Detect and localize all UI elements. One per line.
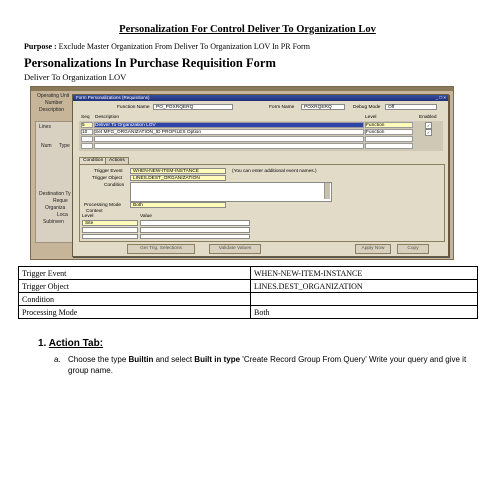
table-cell-label: Condition: [18, 292, 251, 306]
context-level-select[interactable]: Site: [82, 220, 138, 226]
rule-description[interactable]: Set MFG_ORGANIZATION_ID PROFILES Option: [94, 129, 364, 135]
action-instruction: a. Choose the type Builtin and select Bu…: [54, 354, 468, 376]
purpose-label: Purpose :: [24, 42, 57, 51]
table-cell-value: WHEN-NEW-ITEM-INSTANCE: [250, 266, 478, 280]
window-title: Form Personalizations (Requisitions): [76, 95, 150, 100]
tab-actions[interactable]: Actions: [105, 157, 129, 164]
table-row: Trigger Object LINES.DEST_ORGANIZATION: [18, 279, 478, 293]
rules-grid: 5 Deliver To Organization LOV Function ✓…: [79, 121, 443, 151]
empty-row-cell[interactable]: [81, 136, 93, 142]
debug-mode-select[interactable]: Off: [385, 104, 437, 110]
section-heading: Personalizations In Purchase Requisition…: [24, 56, 276, 70]
apply-now-button[interactable]: Apply Now: [355, 244, 391, 254]
rule-enabled-checkbox[interactable]: ✓: [425, 129, 432, 136]
rule-seq[interactable]: 10: [81, 129, 93, 135]
form-name-label: Form Name: [269, 105, 295, 110]
table-row: Condition: [18, 292, 478, 306]
purpose-text: Exclude Master Organization From Deliver…: [56, 42, 310, 51]
rule-enabled-checkbox[interactable]: ✓: [425, 122, 432, 129]
trigger-properties-table: Trigger Event WHEN-NEW-ITEM-INSTANCE Tri…: [18, 266, 478, 319]
table-cell-value: [250, 292, 478, 306]
context-level-select[interactable]: [82, 227, 138, 233]
grid-header-enabled: Enabled: [419, 115, 437, 120]
processing-mode-select[interactable]: Both: [130, 202, 226, 208]
table-cell-label: Trigger Event: [18, 266, 251, 280]
bg-label-location: Loca: [57, 212, 68, 218]
function-name-field[interactable]: PO_POXRQERQ: [153, 104, 233, 110]
empty-row-cell[interactable]: [365, 143, 413, 149]
rule-level[interactable]: Function: [365, 122, 413, 128]
bg-label-num: Num: [41, 143, 52, 149]
context-level-select[interactable]: [82, 234, 138, 239]
form-personalizations-window: Form Personalizations (Requisitions) _ □…: [72, 94, 449, 257]
condition-scrollbar[interactable]: [324, 183, 330, 199]
context-value-field[interactable]: [140, 220, 250, 226]
condition-textarea[interactable]: [130, 182, 332, 202]
trigger-event-label: Trigger Event: [94, 169, 123, 174]
bg-label-number: Number: [45, 100, 63, 106]
bg-label-description: Description: [39, 107, 65, 113]
trigger-object-label: Trigger Object: [92, 176, 123, 181]
table-cell-label: Processing Mode: [18, 305, 251, 319]
table-cell-value: LINES.DEST_ORGANIZATION: [250, 279, 478, 293]
bg-label-subinventory: Subinven: [43, 219, 64, 225]
trigger-event-field[interactable]: WHEN-NEW-ITEM-INSTANCE: [130, 168, 226, 174]
copy-button[interactable]: Copy: [397, 244, 429, 254]
instruction-bold-builtin: Builtin: [128, 355, 154, 364]
context-level-header: Level: [82, 214, 94, 219]
bg-label-operating-unit: Operating Unit: [37, 93, 70, 99]
trigger-object-field[interactable]: LINES.DEST_ORGANIZATION: [130, 175, 226, 181]
bg-label-type: Type: [59, 143, 70, 149]
bg-label-requester: Reque: [53, 198, 68, 204]
document-title: Personalization For Control Deliver To O…: [119, 24, 376, 35]
empty-row-cell[interactable]: [81, 143, 93, 149]
rule-seq[interactable]: 5: [81, 122, 93, 128]
section-subheading: Deliver To Organization LOV: [24, 72, 127, 82]
get-trigger-selections-button[interactable]: Get Trig. Selections: [127, 244, 195, 254]
window-title-bar[interactable]: Form Personalizations (Requisitions) _ □…: [73, 95, 448, 101]
validate-values-button[interactable]: Validate Values: [209, 244, 261, 254]
tab-condition[interactable]: Condition: [79, 157, 108, 164]
form-name-field[interactable]: POXRQERQ: [301, 104, 345, 110]
debug-mode-label: Debug Mode: [353, 105, 381, 110]
context-value-field[interactable]: [140, 227, 250, 233]
instruction-bold-builtin-type: Built in type: [194, 355, 241, 364]
instruction-letter: a.: [54, 355, 61, 364]
action-number: 1.: [38, 338, 47, 349]
context-value-field[interactable]: [140, 234, 250, 239]
instruction-text-2: and select: [153, 355, 195, 364]
table-cell-label: Trigger Object: [18, 279, 251, 293]
grid-header-description: Description: [95, 115, 119, 120]
action-tab-heading: 1. Action Tab:: [38, 338, 103, 349]
bg-label-lines: Lines: [39, 124, 51, 130]
empty-row-cell[interactable]: [94, 143, 364, 149]
bg-label-destination: Destination Ty: [39, 191, 71, 197]
background-window-bar: [31, 87, 453, 91]
grid-header-seq: Seq: [81, 115, 90, 120]
window-controls[interactable]: _ □ ×: [436, 95, 446, 101]
rule-description[interactable]: Deliver To Organization LOV: [94, 122, 364, 128]
bg-label-organization: Organiza: [45, 205, 66, 211]
function-name-label: Function Name: [117, 105, 150, 110]
purpose-line: Purpose : Exclude Master Organization Fr…: [24, 42, 310, 51]
instruction-text-1: Choose the type: [68, 355, 129, 364]
action-title: Action Tab:: [48, 338, 104, 349]
empty-row-cell[interactable]: [94, 136, 364, 142]
condition-label: Condition: [104, 183, 125, 188]
rule-level[interactable]: Function: [365, 129, 413, 135]
grid-header-level: Level: [365, 115, 377, 120]
context-value-header: Value: [140, 214, 152, 219]
table-row: Processing Mode Both: [18, 305, 478, 319]
table-row: Trigger Event WHEN-NEW-ITEM-INSTANCE: [18, 266, 478, 280]
trigger-event-hint: (You can enter additional event names.): [232, 169, 317, 174]
empty-row-cell[interactable]: [365, 136, 413, 142]
table-cell-value: Both: [250, 305, 478, 319]
form-screenshot: Operating Unit Number Description Lines …: [30, 86, 454, 260]
processing-mode-label: Processing Mode: [84, 203, 122, 208]
condition-tab-panel: Trigger Event WHEN-NEW-ITEM-INSTANCE (Yo…: [79, 164, 445, 242]
